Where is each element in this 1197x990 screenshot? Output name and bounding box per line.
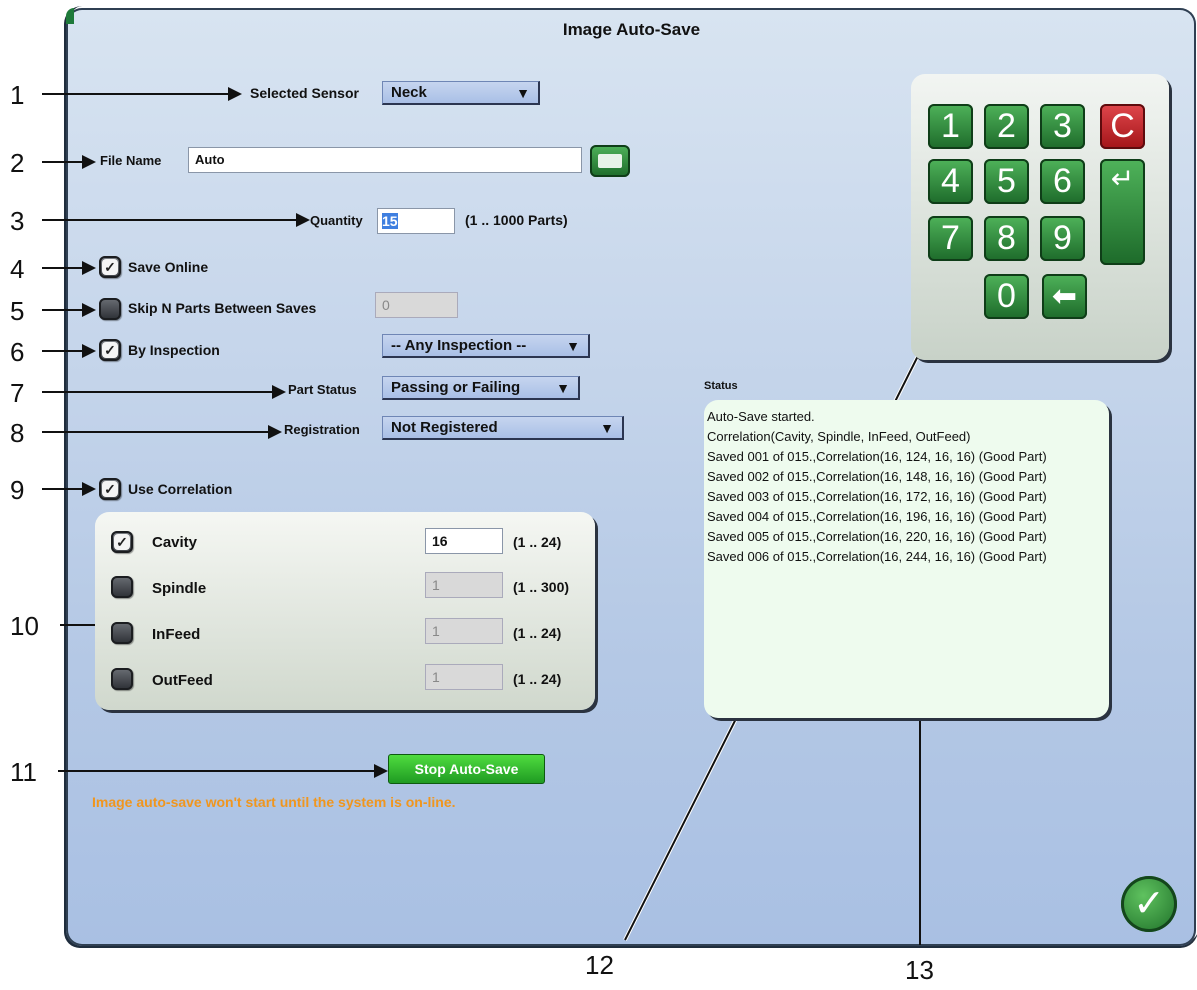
key-9[interactable]: 9 [1040, 216, 1085, 261]
outfeed-input[interactable]: 1 [425, 664, 503, 690]
status-line: Auto-Save started. [707, 409, 815, 424]
triangle-down-icon: ▼ [556, 380, 570, 396]
triangle-down-icon: ▼ [516, 85, 530, 101]
skip-parts-checkbox[interactable] [99, 298, 121, 320]
registration-value: Not Registered [391, 419, 498, 436]
cavity-label: Cavity [152, 534, 198, 551]
status-label: Status [704, 380, 738, 392]
cavity-input[interactable]: 16 [425, 528, 503, 554]
by-inspection-checkbox[interactable]: ✓ [99, 339, 121, 361]
status-line: Saved 005 of 015.,Correlation(16, 220, 1… [707, 529, 1047, 544]
skip-parts-label: Skip N Parts Between Saves [128, 300, 317, 316]
save-online-label: Save Online [128, 259, 209, 275]
key-8[interactable]: 8 [984, 216, 1029, 261]
enter-icon[interactable]: ↵ [1100, 159, 1145, 265]
key-3[interactable]: 3 [1040, 104, 1085, 149]
checkbox-check-icon: ✓ [102, 259, 118, 275]
stop-auto-save-button[interactable]: Stop Auto-Save [388, 754, 545, 784]
skip-parts-input[interactable]: 0 [375, 292, 458, 318]
checkbox-check-icon: ✓ [102, 342, 118, 358]
spindle-range: (1 .. 300) [513, 579, 570, 595]
part-status-value: Passing or Failing [391, 379, 521, 396]
use-correlation-checkbox[interactable]: ✓ [99, 478, 121, 500]
cavity-range: (1 .. 24) [513, 534, 562, 550]
selected-sensor-value: Neck [391, 84, 427, 101]
inspection-dropdown[interactable]: -- Any Inspection -- ▼ [382, 334, 590, 358]
status-log: Auto-Save started. Correlation(Cavity, S… [707, 407, 1102, 567]
part-status-label: Part Status [288, 382, 357, 397]
registration-label: Registration [284, 422, 360, 437]
key-7[interactable]: 7 [928, 216, 973, 261]
part-status-dropdown[interactable]: Passing or Failing ▼ [382, 376, 580, 400]
status-line: Saved 002 of 015.,Correlation(16, 148, 1… [707, 469, 1047, 484]
triangle-down-icon: ▼ [600, 420, 614, 436]
checkbox-check-icon: ✓ [102, 481, 118, 497]
infeed-label: InFeed [152, 626, 201, 643]
keyboard-icon[interactable] [590, 145, 630, 177]
status-line: Saved 006 of 015.,Correlation(16, 244, 1… [707, 549, 1047, 564]
checkmark-icon[interactable]: ✓ [1121, 876, 1177, 932]
key-5[interactable]: 5 [984, 159, 1029, 204]
status-line: Saved 004 of 015.,Correlation(16, 196, 1… [707, 509, 1047, 524]
offline-warning: Image auto-save won't start until the sy… [92, 794, 456, 810]
infeed-input[interactable]: 1 [425, 618, 503, 644]
spindle-checkbox[interactable] [111, 576, 133, 598]
status-line: Correlation(Cavity, Spindle, InFeed, Out… [707, 429, 971, 444]
quantity-label: Quantity [310, 213, 363, 228]
outfeed-checkbox[interactable] [111, 668, 133, 690]
key-6[interactable]: 6 [1040, 159, 1085, 204]
quantity-selected-text: 15 [382, 213, 398, 229]
by-inspection-label: By Inspection [128, 342, 220, 358]
backspace-icon[interactable]: ⬅ [1042, 274, 1087, 319]
file-name-label: File Name [100, 153, 162, 168]
save-online-checkbox[interactable]: ✓ [99, 256, 121, 278]
file-name-input[interactable]: Auto [188, 147, 582, 173]
key-0[interactable]: 0 [984, 274, 1029, 319]
quantity-input[interactable]: 15 [377, 208, 455, 234]
key-clear[interactable]: C [1100, 104, 1145, 149]
status-line: Saved 003 of 015.,Correlation(16, 172, 1… [707, 489, 1047, 504]
infeed-checkbox[interactable] [111, 622, 133, 644]
checkbox-check-icon: ✓ [114, 534, 130, 550]
triangle-down-icon: ▼ [566, 338, 580, 354]
status-line: Saved 001 of 015.,Correlation(16, 124, 1… [707, 449, 1047, 464]
spindle-label: Spindle [152, 580, 207, 597]
selected-sensor-dropdown[interactable]: Neck ▼ [382, 81, 540, 105]
quantity-range: (1 .. 1000 Parts) [465, 212, 568, 228]
infeed-range: (1 .. 24) [513, 625, 562, 641]
cavity-checkbox[interactable]: ✓ [111, 531, 133, 553]
outfeed-range: (1 .. 24) [513, 671, 562, 687]
key-2[interactable]: 2 [984, 104, 1029, 149]
spindle-input[interactable]: 1 [425, 572, 503, 598]
inspection-value: -- Any Inspection -- [391, 337, 527, 354]
use-correlation-label: Use Correlation [128, 481, 233, 497]
key-1[interactable]: 1 [928, 104, 973, 149]
key-4[interactable]: 4 [928, 159, 973, 204]
outfeed-label: OutFeed [152, 672, 213, 689]
registration-dropdown[interactable]: Not Registered ▼ [382, 416, 624, 440]
selected-sensor-label: Selected Sensor [250, 85, 359, 101]
